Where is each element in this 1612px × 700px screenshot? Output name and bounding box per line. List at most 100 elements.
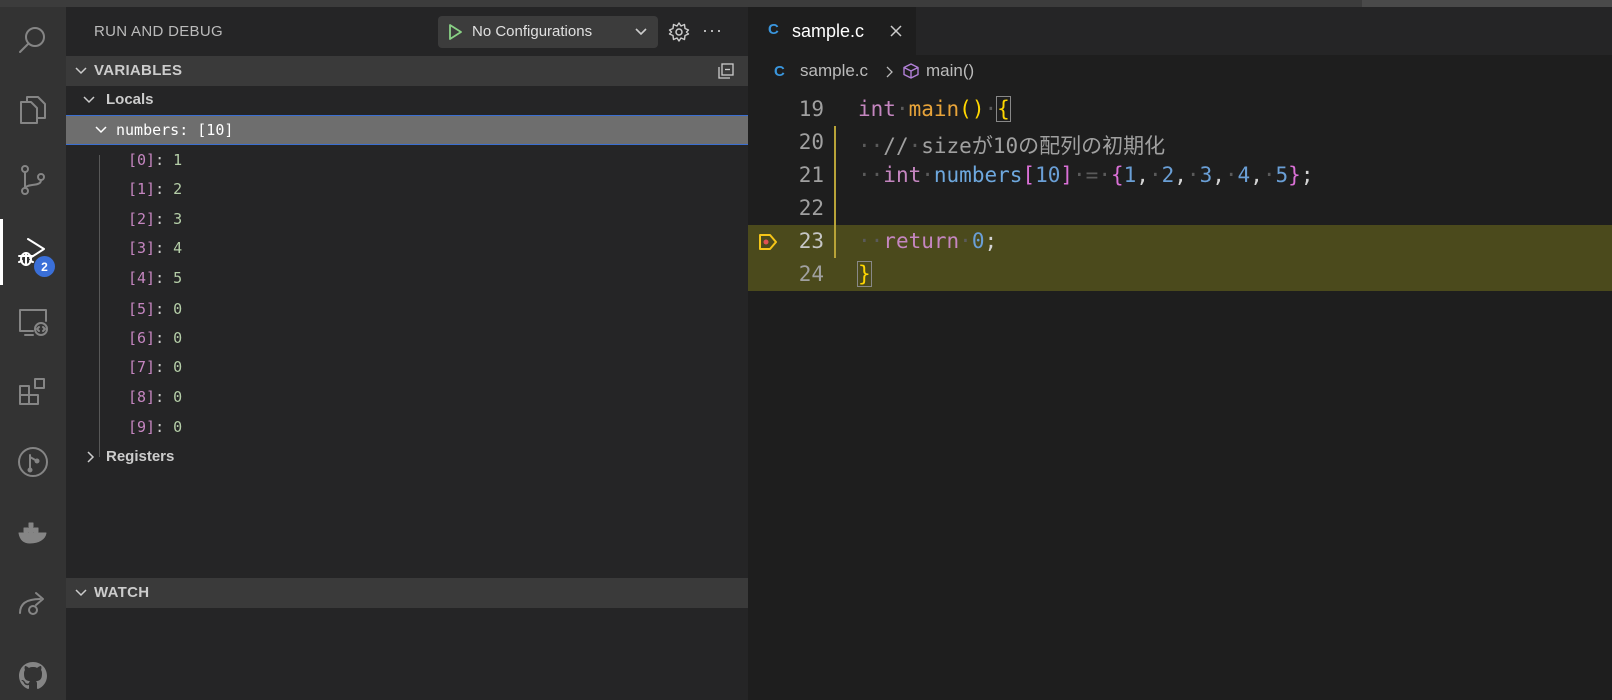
- tab-sample-c[interactable]: C sample.c: [748, 7, 916, 55]
- code-line: 20 ··//·sizeが10の配列の初期化: [748, 126, 1612, 159]
- array-element-row[interactable]: [1]: 2: [66, 174, 748, 204]
- code-line: 21 ··int·numbers[10]·=·{1,·2,·3,·4,·5};: [748, 159, 1612, 192]
- remote-explorer-icon: [19, 309, 48, 336]
- code-line: 24 }: [748, 258, 1612, 291]
- collapse-all-icon[interactable]: [716, 61, 736, 81]
- github-icon: [19, 662, 47, 689]
- line-number: 23: [798, 229, 824, 253]
- array-element-index: [8]: [128, 388, 156, 406]
- bracket-guide: [834, 126, 836, 258]
- live-share-icon: [19, 592, 44, 615]
- array-element: [3]: 4: [128, 239, 182, 257]
- activity-github[interactable]: [0, 643, 66, 700]
- activity-git-graph[interactable]: [0, 429, 66, 495]
- chevron-down-icon: [95, 126, 107, 134]
- activity-source-control[interactable]: [0, 147, 66, 213]
- watch-header-label: WATCH: [94, 584, 150, 601]
- breadcrumb-file[interactable]: sample.c: [800, 61, 868, 81]
- locals-scope[interactable]: Locals: [66, 85, 748, 115]
- array-element-index: [6]: [128, 329, 156, 347]
- title-strip-highlight: [1362, 0, 1612, 7]
- array-element: [9]: 0: [128, 418, 182, 436]
- array-element-row[interactable]: [7]: 0: [66, 352, 748, 382]
- array-element-value: 0: [173, 358, 183, 376]
- array-element: [8]: 0: [128, 388, 182, 406]
- line-number: 20: [798, 130, 824, 154]
- code-text: }: [857, 261, 872, 287]
- array-element: [4]: 5: [128, 269, 182, 287]
- array-element-value: 0: [173, 329, 183, 347]
- array-element-row[interactable]: [2]: 3: [66, 204, 748, 234]
- separator: :: [155, 239, 174, 257]
- array-element-row[interactable]: [8]: 0: [66, 382, 748, 412]
- extensions-icon: [19, 378, 45, 405]
- line-number: 21: [798, 163, 824, 187]
- more-actions-icon[interactable]: ···: [702, 21, 726, 43]
- activity-search[interactable]: [0, 7, 66, 73]
- chevron-right-icon: [87, 451, 95, 463]
- variables-section-header[interactable]: VARIABLES: [66, 56, 748, 86]
- title-strip: [0, 0, 1612, 7]
- array-element-row[interactable]: [9]: 0: [66, 412, 748, 442]
- editor-group: C sample.c C sample.c main() 19 int·main…: [748, 7, 1612, 700]
- gear-icon[interactable]: [668, 21, 690, 43]
- debug-configuration-select[interactable]: No Configurations: [438, 16, 658, 48]
- array-element-index: [5]: [128, 300, 156, 318]
- code-text: ··return·0;: [858, 229, 998, 253]
- array-element-row[interactable]: [6]: 0: [66, 323, 748, 353]
- array-element-value: 2: [173, 180, 183, 198]
- line-number: 19: [798, 97, 824, 121]
- activity-docker[interactable]: [0, 499, 66, 565]
- array-element-row[interactable]: [0]: 1: [66, 145, 748, 175]
- array-element: [1]: 2: [128, 180, 182, 198]
- array-element: [5]: 0: [128, 300, 182, 318]
- separator: :: [155, 210, 174, 228]
- activity-live-share[interactable]: [0, 569, 66, 635]
- activity-explorer[interactable]: [0, 77, 66, 143]
- separator: :: [155, 388, 174, 406]
- activity-run-debug[interactable]: 2: [0, 219, 66, 285]
- array-element-index: [7]: [128, 358, 156, 376]
- variable-numbers[interactable]: numbers: [10]: [66, 115, 748, 145]
- search-icon: [19, 27, 45, 53]
- separator: :: [155, 151, 174, 169]
- separator: :: [155, 418, 174, 436]
- breadcrumb-symbol[interactable]: main(): [926, 61, 974, 81]
- registers-scope[interactable]: Registers: [66, 442, 748, 472]
- array-element-value: 0: [173, 388, 183, 406]
- array-element-row[interactable]: [4]: 5: [66, 263, 748, 293]
- code-line: 22: [748, 192, 1612, 225]
- chevron-down-icon: [75, 589, 87, 597]
- watch-section-header[interactable]: WATCH: [66, 578, 748, 608]
- activity-remote-explorer[interactable]: [0, 289, 66, 355]
- array-element-index: [4]: [128, 269, 156, 287]
- activity-extensions[interactable]: [0, 359, 66, 425]
- array-element-index: [3]: [128, 239, 156, 257]
- array-element: [6]: 0: [128, 329, 182, 347]
- separator: :: [155, 300, 174, 318]
- array-element-row[interactable]: [3]: 4: [66, 233, 748, 263]
- chevron-down-icon: [635, 28, 647, 36]
- separator: :: [155, 180, 174, 198]
- play-icon[interactable]: [448, 24, 462, 40]
- tab-label: sample.c: [792, 21, 865, 41]
- array-element-row[interactable]: [5]: 0: [66, 294, 748, 324]
- close-icon[interactable]: [888, 23, 904, 39]
- method-cube-icon: [903, 63, 919, 79]
- locals-label: Locals: [106, 91, 154, 108]
- array-element-index: [9]: [128, 418, 156, 436]
- array-element-value: 0: [173, 300, 183, 318]
- code-editor[interactable]: 19 int·main()·{ 20 ··//·sizeが10の配列の初期化 2…: [748, 89, 1612, 700]
- registers-label: Registers: [106, 448, 175, 465]
- git-graph-icon: [18, 447, 48, 477]
- chevron-down-icon: [83, 96, 95, 104]
- docker-icon: [18, 522, 47, 544]
- array-element-index: [0]: [128, 151, 156, 169]
- array-element: [7]: 0: [128, 358, 182, 376]
- code-text: ··int·numbers[10]·=·{1,·2,·3,·4,·5};: [858, 163, 1314, 187]
- sidebar-header: RUN AND DEBUG No Configurations ···: [66, 7, 748, 57]
- chevron-right-icon: [886, 66, 893, 78]
- array-element-value: 3: [173, 210, 183, 228]
- array-element-value: 5: [173, 269, 183, 287]
- separator: :: [155, 269, 174, 287]
